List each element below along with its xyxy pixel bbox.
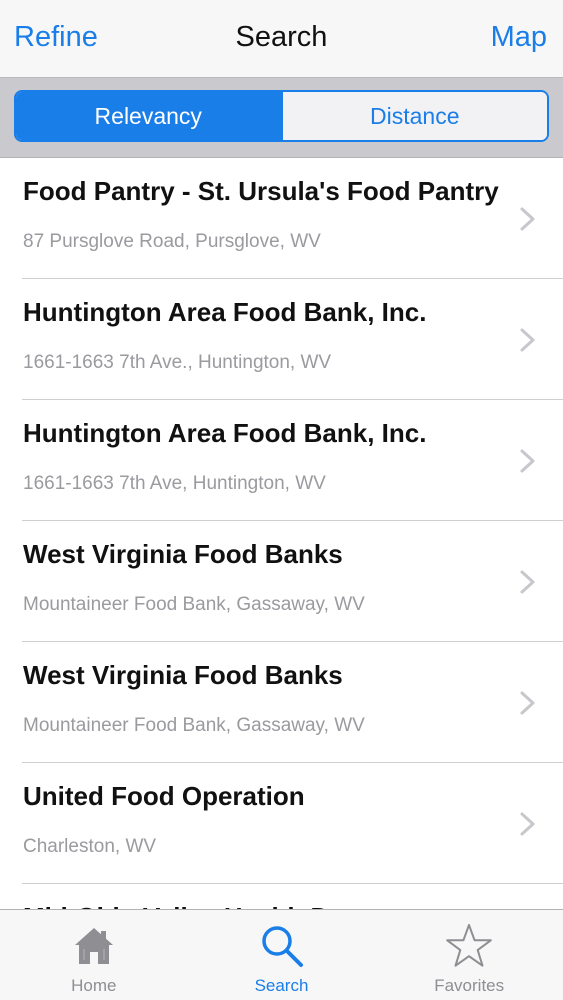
- tab-favorites[interactable]: Favorites: [375, 910, 563, 1000]
- star-icon: [446, 924, 492, 967]
- list-item[interactable]: Food Pantry - St. Ursula's Food Pantry 8…: [0, 158, 563, 279]
- chevron-right-icon: [520, 449, 535, 473]
- result-address: Charleston, WV: [23, 836, 157, 857]
- result-title: Mid-Ohio Valley Health Department: [23, 900, 518, 909]
- list-item[interactable]: Huntington Area Food Bank, Inc. 1661-166…: [0, 279, 563, 400]
- page-title: Search: [235, 21, 328, 53]
- list-item[interactable]: Huntington Area Food Bank, Inc. 1661-166…: [0, 400, 563, 521]
- result-title: United Food Operation: [23, 781, 305, 811]
- map-button[interactable]: Map: [491, 19, 547, 55]
- tab-search[interactable]: Search: [188, 910, 376, 1000]
- tab-favorites-label: Favorites: [434, 976, 505, 995]
- app-screen: Refine Search Map Relevancy Distance Foo…: [0, 0, 563, 1000]
- list-item[interactable]: West Virginia Food Banks Mountaineer Foo…: [0, 642, 563, 763]
- result-title: Huntington Area Food Bank, Inc.: [23, 418, 427, 448]
- tab-search-label: Search: [254, 976, 309, 995]
- chevron-right-icon: [520, 570, 535, 594]
- tab-home[interactable]: Home: [0, 910, 188, 1000]
- result-address: 1661-1663 7th Ave., Huntington, WV: [23, 352, 332, 373]
- segment-distance[interactable]: Distance: [280, 92, 547, 140]
- results-list[interactable]: Food Pantry - St. Ursula's Food Pantry 8…: [0, 158, 563, 909]
- chevron-right-icon: [520, 691, 535, 715]
- list-item[interactable]: Mid-Ohio Valley Health Department: [0, 884, 563, 909]
- tab-bar: Home Search Favorites: [0, 909, 563, 1000]
- list-item[interactable]: United Food Operation Charleston, WV: [0, 763, 563, 884]
- result-address: 1661-1663 7th Ave, Huntington, WV: [23, 473, 326, 494]
- result-address: Mountaineer Food Bank, Gassaway, WV: [23, 715, 365, 736]
- tab-home-label: Home: [71, 976, 117, 995]
- navigation-bar: Refine Search Map: [0, 0, 563, 78]
- search-icon: [261, 926, 303, 967]
- result-title: West Virginia Food Banks: [23, 660, 343, 690]
- list-item[interactable]: West Virginia Food Banks Mountaineer Foo…: [0, 521, 563, 642]
- sort-bar: Relevancy Distance: [0, 78, 563, 158]
- sort-segmented-control: Relevancy Distance: [14, 90, 549, 142]
- result-address: Mountaineer Food Bank, Gassaway, WV: [23, 594, 365, 615]
- segment-relevancy[interactable]: Relevancy: [16, 92, 281, 140]
- result-title: West Virginia Food Banks: [23, 539, 343, 569]
- home-icon: [74, 928, 113, 964]
- result-address: 87 Pursglove Road, Pursglove, WV: [23, 231, 321, 252]
- chevron-right-icon: [520, 812, 535, 836]
- chevron-right-icon: [520, 328, 535, 352]
- result-title: Food Pantry - St. Ursula's Food Pantry: [23, 176, 499, 206]
- result-title: Huntington Area Food Bank, Inc.: [23, 297, 427, 327]
- chevron-right-icon: [520, 207, 535, 231]
